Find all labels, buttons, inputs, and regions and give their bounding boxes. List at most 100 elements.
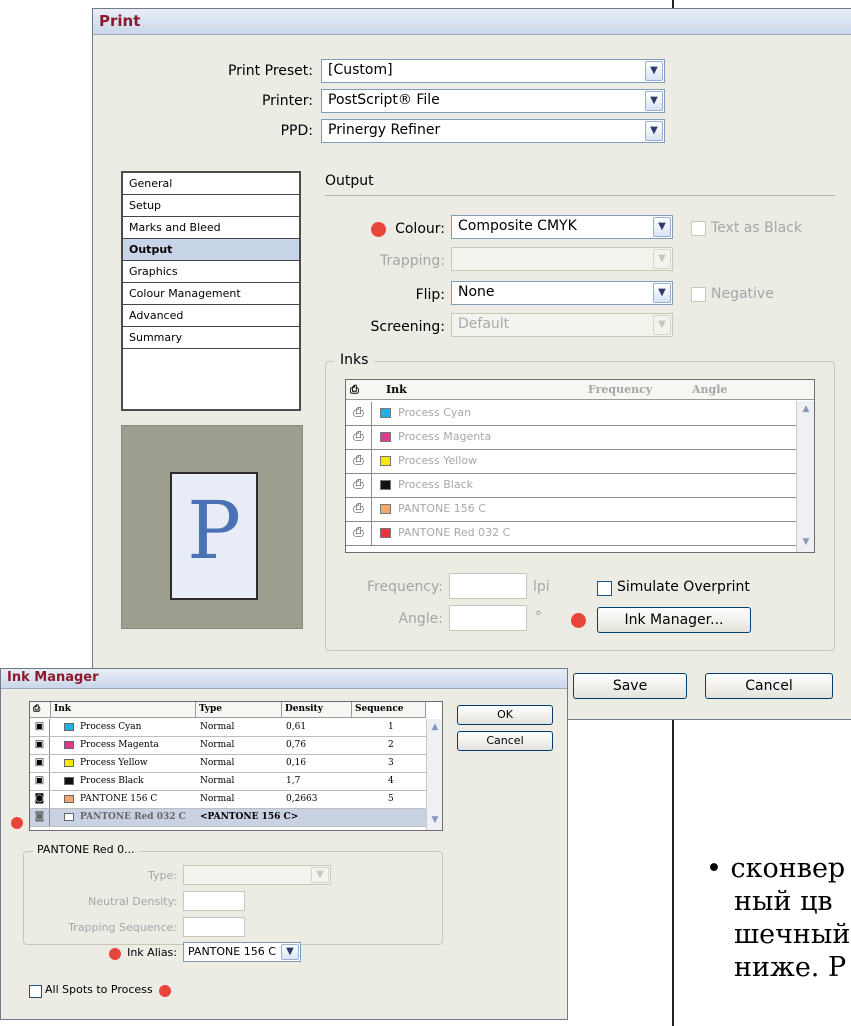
process-ink-icon[interactable]: ▣ [30, 737, 50, 754]
category-advanced[interactable]: Advanced [123, 305, 299, 327]
trapping-sequence-field[interactable] [183, 917, 245, 937]
save-button[interactable]: Save [573, 673, 687, 699]
printer-icon[interactable]: ⎙ [346, 522, 372, 545]
ink-row[interactable]: ⎙ Process Black [346, 474, 796, 498]
type-select[interactable]: ▼ [183, 865, 331, 885]
simulate-overprint-checkbox[interactable] [597, 581, 612, 596]
frequency-unit: lpi [533, 579, 550, 595]
chevron-down-icon[interactable]: ▼ [645, 91, 663, 111]
ppd-value: Prinergy Refiner [328, 122, 441, 138]
ppd-select[interactable]: Prinergy Refiner ▼ [321, 119, 665, 143]
ink-density: 0,2663 [286, 794, 318, 804]
chevron-down-icon[interactable]: ▼ [311, 867, 329, 883]
angle-unit: ° [535, 609, 542, 625]
printer-select[interactable]: PostScript® File ▼ [321, 89, 665, 113]
inks-table: ⎙ Ink Frequency Angle ⎙ Process Cyan ⎙ P… [345, 379, 815, 553]
chevron-down-icon[interactable]: ▼ [653, 217, 671, 237]
ink-manager-table: ⎙ Ink Type Density Sequence ▣ Process Cy… [29, 701, 443, 831]
ink-sequence: 3 [388, 758, 394, 768]
angle-field[interactable] [449, 605, 527, 631]
all-spots-to-process-label: All Spots to Process [45, 983, 153, 996]
print-preset-select[interactable]: [Custom] ▼ [321, 59, 665, 83]
background-text-line: ный цв [734, 886, 833, 917]
ink-manager-row[interactable]: ◙ PANTONE 156 C Normal 0,2663 5 [30, 791, 426, 809]
print-dialog: Print Print Preset: [Custom] ▼ Printer: … [92, 8, 851, 720]
ink-manager-button[interactable]: Ink Manager... [597, 607, 751, 633]
screening-select[interactable]: Default ▼ [451, 313, 673, 337]
ink-type: Normal [200, 776, 235, 786]
printer-icon: ⎙ [30, 702, 51, 718]
ink-name: PANTONE 156 C [80, 794, 158, 804]
ink-name: Process Cyan [80, 722, 142, 732]
category-output[interactable]: Output [123, 239, 299, 261]
category-summary[interactable]: Summary [123, 327, 299, 349]
screening-label: Screening: [370, 319, 446, 335]
chevron-down-icon[interactable]: ▼ [645, 121, 663, 141]
colour-select[interactable]: Composite CMYK ▼ [451, 215, 673, 239]
scroll-down-icon[interactable]: ▼ [798, 535, 814, 551]
printer-icon[interactable]: ⎙ [346, 498, 372, 521]
ink-type: Normal [200, 740, 235, 750]
scroll-up-icon[interactable]: ▲ [798, 402, 814, 418]
spot-ink-icon[interactable]: ◙ [30, 809, 50, 826]
chevron-down-icon[interactable]: ▼ [653, 283, 671, 303]
ink-manager-row[interactable]: ▣ Process Black Normal 1,7 4 [30, 773, 426, 791]
ink-name: PANTONE Red 032 C [80, 812, 186, 822]
print-titlebar: Print [93, 9, 851, 35]
negative-checkbox[interactable] [691, 287, 706, 302]
screening-value: Default [458, 316, 510, 332]
ink-manager-row[interactable]: ▣ Process Cyan Normal 0,61 1 [30, 719, 426, 737]
category-graphics[interactable]: Graphics [123, 261, 299, 283]
printer-icon[interactable]: ⎙ [346, 402, 372, 425]
chevron-down-icon[interactable]: ▼ [645, 61, 663, 81]
printer-icon[interactable]: ⎙ [346, 474, 372, 497]
ink-row[interactable]: ⎙ Process Magenta [346, 426, 796, 450]
category-general[interactable]: General [123, 173, 299, 195]
scroll-up-icon[interactable]: ▲ [427, 720, 443, 736]
ink-name: Process Black [80, 776, 144, 786]
category-colour-management[interactable]: Colour Management [123, 283, 299, 305]
chevron-down-icon[interactable]: ▼ [653, 249, 671, 269]
chevron-down-icon[interactable]: ▼ [653, 315, 671, 335]
inks-legend: Inks [334, 352, 375, 368]
ink-manager-scrollbar[interactable]: ▲ ▼ [426, 719, 442, 830]
text-as-black-checkbox[interactable] [691, 221, 706, 236]
ink-alias-select[interactable]: PANTONE 156 C ▼ [183, 942, 301, 962]
ink-row[interactable]: ⎙ PANTONE 156 C [346, 498, 796, 522]
ink-name: Process Cyan [398, 406, 472, 419]
ink-manager-dialog: Ink Manager ⎙ Ink Type Density Sequence … [0, 668, 568, 1020]
printer-icon[interactable]: ⎙ [346, 426, 372, 449]
chevron-down-icon[interactable]: ▼ [281, 944, 299, 960]
ink-row[interactable]: ⎙ PANTONE Red 032 C [346, 522, 796, 546]
inks-scrollbar[interactable]: ▲ ▼ [796, 401, 814, 552]
frequency-field[interactable] [449, 573, 527, 599]
trapping-sequence-label: Trapping Sequence: [68, 921, 177, 934]
ink-manager-row[interactable]: ▣ Process Yellow Normal 0,16 3 [30, 755, 426, 773]
all-spots-to-process-checkbox[interactable] [29, 985, 42, 998]
ink-row[interactable]: ⎙ Process Cyan [346, 402, 796, 426]
scroll-down-icon[interactable]: ▼ [427, 813, 443, 829]
section-divider [325, 195, 835, 196]
ink-column-header: Ink [51, 702, 196, 718]
text-as-black-label: Text as Black [711, 220, 802, 236]
printer-icon[interactable]: ⎙ [346, 450, 372, 473]
ink-manager-row[interactable]: ▣ Process Magenta Normal 0,76 2 [30, 737, 426, 755]
type-label: Type: [148, 869, 177, 882]
ink-manager-titlebar: Ink Manager [1, 669, 567, 689]
ink-row[interactable]: ⎙ Process Yellow [346, 450, 796, 474]
ink-manager-row-selected[interactable]: ◙ PANTONE Red 032 C <PANTONE 156 C> [30, 809, 426, 827]
process-ink-icon[interactable]: ▣ [30, 773, 50, 790]
process-ink-icon[interactable]: ▣ [30, 719, 50, 736]
flip-select[interactable]: None ▼ [451, 281, 673, 305]
cancel-button[interactable]: Cancel [705, 673, 833, 699]
category-setup[interactable]: Setup [123, 195, 299, 217]
cancel-button[interactable]: Cancel [457, 731, 553, 751]
category-marks-and-bleed[interactable]: Marks and Bleed [123, 217, 299, 239]
trapping-select[interactable]: ▼ [451, 247, 673, 271]
spot-ink-icon[interactable]: ◙ [30, 791, 50, 808]
ink-name: Process Magenta [80, 740, 159, 750]
process-ink-icon[interactable]: ▣ [30, 755, 50, 772]
printer-icon: ⎙ [346, 380, 382, 400]
ok-button[interactable]: OK [457, 705, 553, 725]
neutral-density-field[interactable] [183, 891, 245, 911]
